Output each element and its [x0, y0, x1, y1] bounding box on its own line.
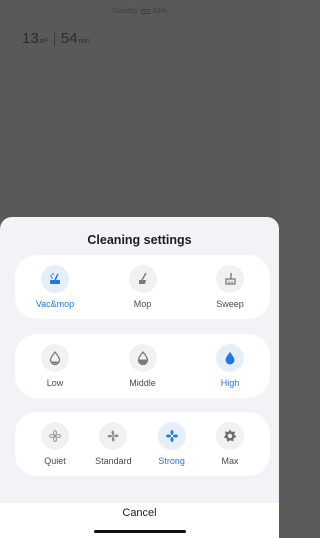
cleaning-settings-sheet: Cleaning settings Vac&mop Mop Sweep Low …: [0, 217, 279, 538]
cancel-label: Cancel: [122, 507, 157, 519]
fan-max-icon: [215, 422, 244, 450]
stats-divider: [53, 31, 55, 46]
status-text: Standby: [112, 8, 138, 15]
suction-max-option[interactable]: Max: [202, 412, 258, 476]
area-unit: m²: [39, 38, 48, 45]
mode-sweep-label: Sweep: [216, 299, 244, 309]
water-low-icon: [41, 344, 69, 372]
suction-power-selector: Quiet Standard Strong Max: [15, 412, 270, 476]
fan-standard-icon: [99, 422, 128, 450]
sheet-title: Cleaning settings: [87, 233, 192, 247]
fan-quiet-icon: [41, 422, 69, 450]
suction-quiet-option[interactable]: Quiet: [27, 412, 83, 476]
time-unit: min: [78, 38, 90, 45]
vac-mop-icon: [41, 265, 69, 293]
mode-sweep-option[interactable]: Sweep: [202, 255, 258, 319]
mode-mop-option[interactable]: Mop: [115, 255, 171, 319]
cancel-button[interactable]: Cancel: [0, 503, 279, 538]
water-high-label: High: [220, 378, 240, 388]
suction-standard-option[interactable]: Standard: [85, 412, 141, 476]
suction-quiet-label: Quiet: [44, 456, 66, 466]
suction-strong-label: Strong: [158, 456, 185, 466]
mode-selector: Vac&mop Mop Sweep: [15, 255, 270, 319]
water-low-label: Low: [46, 378, 64, 388]
battery-icon: [140, 9, 150, 14]
water-middle-icon: [128, 344, 157, 372]
device-status: Standby 62%: [0, 8, 279, 15]
water-middle-label: Middle: [129, 378, 156, 388]
water-level-selector: Low Middle High: [15, 334, 270, 398]
water-middle-option[interactable]: Middle: [115, 334, 171, 398]
broom-icon: [216, 265, 244, 293]
time-value: 54: [60, 30, 78, 47]
mode-vac-mop-label: Vac&mop: [35, 299, 75, 309]
cleaning-stats: 13 m² 54 min: [22, 30, 90, 47]
home-indicator: [94, 530, 186, 533]
water-high-option[interactable]: High: [202, 334, 258, 398]
area-value: 13: [22, 30, 39, 47]
mode-vac-mop-option[interactable]: Vac&mop: [27, 255, 83, 319]
water-low-option[interactable]: Low: [27, 334, 83, 398]
battery-level: 62%: [152, 8, 167, 15]
mop-icon: [128, 265, 157, 293]
mode-mop-label: Mop: [133, 299, 152, 309]
water-high-icon: [216, 344, 244, 372]
suction-strong-option[interactable]: Strong: [144, 412, 200, 476]
suction-standard-label: Standard: [95, 456, 132, 466]
suction-max-label: Max: [221, 456, 239, 466]
fan-strong-icon: [157, 422, 186, 450]
